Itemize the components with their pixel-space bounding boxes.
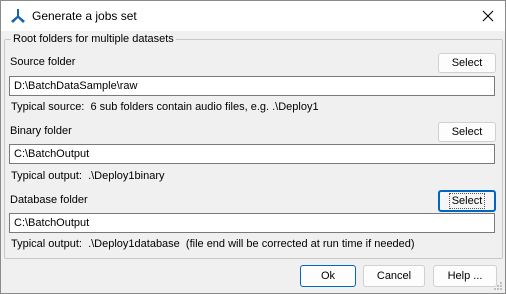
close-icon — [482, 10, 494, 22]
window-title: Generate a jobs set — [32, 9, 137, 23]
source-folder-label: Source folder — [10, 56, 76, 68]
app-logo-icon — [11, 9, 25, 23]
source-select-button[interactable]: Select — [438, 53, 496, 73]
cancel-button[interactable]: Cancel — [363, 265, 425, 287]
database-folder-label: Database folder — [10, 194, 88, 206]
database-hint: Typical output: .\Deploy1database (file … — [11, 238, 415, 250]
resize-grip-icon[interactable] — [493, 281, 503, 291]
database-folder-input[interactable] — [9, 213, 495, 233]
database-select-button[interactable]: Select — [438, 190, 496, 212]
help-button[interactable]: Help ... — [433, 265, 497, 287]
binary-folder-input[interactable] — [9, 144, 495, 164]
source-hint: Typical source: 6 sub folders contain au… — [11, 101, 319, 113]
source-folder-input[interactable] — [9, 76, 495, 96]
binary-hint: Typical output: .\Deploy1binary — [11, 170, 165, 182]
binary-select-button[interactable]: Select — [438, 122, 496, 142]
group-title: Root folders for multiple datasets — [11, 33, 176, 45]
binary-folder-label: Binary folder — [10, 125, 72, 137]
ok-button[interactable]: Ok — [300, 265, 356, 287]
root-folders-group: Root folders for multiple datasets Sourc… — [4, 33, 503, 259]
close-button[interactable] — [471, 1, 505, 31]
title-bar[interactable]: Generate a jobs set — [1, 1, 505, 31]
dialog-window: Generate a jobs set Root folders for mul… — [0, 0, 506, 294]
